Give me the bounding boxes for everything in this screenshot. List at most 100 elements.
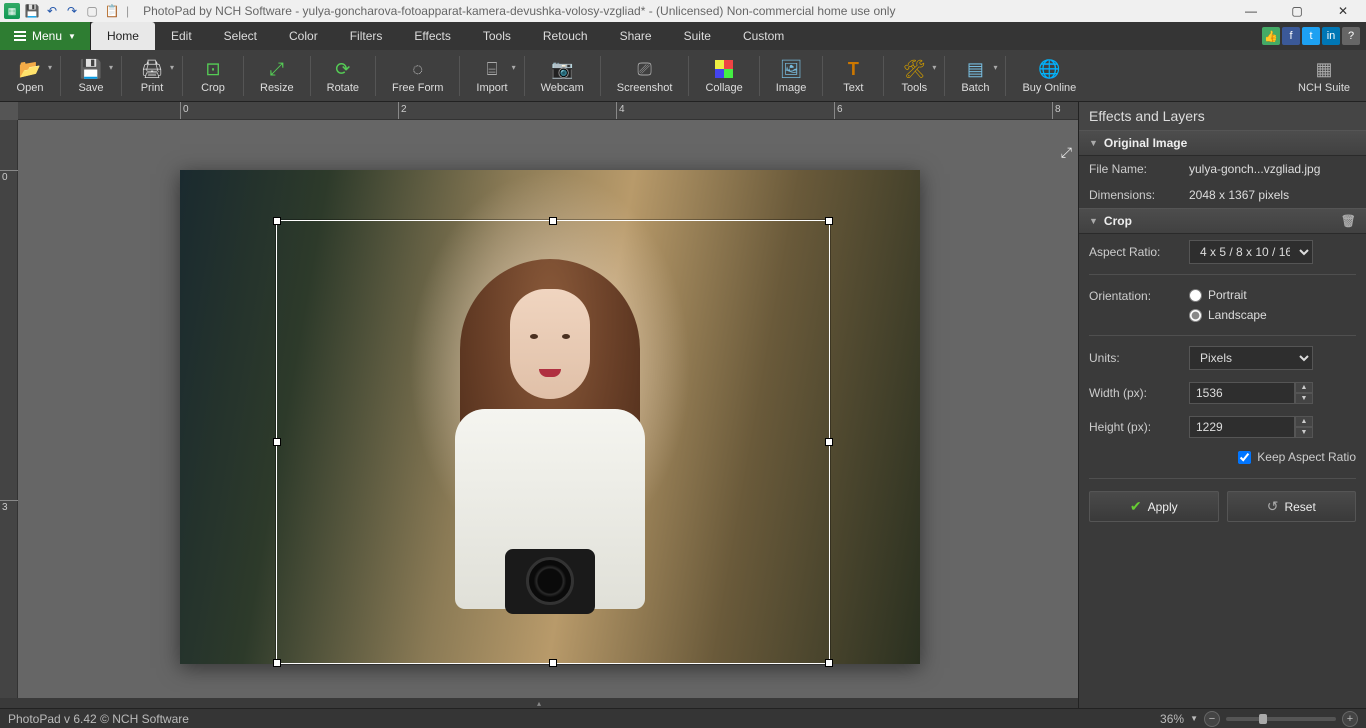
menubar: Menu ▼ Home Edit Select Color Filters Ef…: [0, 22, 1366, 50]
tools-button[interactable]: 🛠Tools: [890, 55, 938, 96]
tab-custom[interactable]: Custom: [727, 22, 800, 50]
height-input[interactable]: ▲▼: [1189, 416, 1313, 438]
nch-suite-button[interactable]: ▦NCH Suite: [1288, 55, 1360, 96]
ruler-horizontal: 0 2 4 6 8: [18, 102, 1078, 120]
import-button[interactable]: ⌸Import: [466, 55, 517, 96]
buy-button[interactable]: 🌐Buy Online: [1012, 55, 1086, 96]
section-original-image[interactable]: ▼ Original Image: [1079, 130, 1366, 156]
panel-title: Effects and Layers: [1079, 102, 1366, 130]
tab-strip: Home Edit Select Color Filters Effects T…: [91, 22, 800, 50]
batch-icon: ▤: [963, 57, 987, 81]
twitter-icon[interactable]: t: [1302, 27, 1320, 45]
collage-button[interactable]: Collage: [695, 55, 752, 96]
facebook-icon[interactable]: f: [1282, 27, 1300, 45]
crop-selection[interactable]: [276, 220, 830, 664]
tab-filters[interactable]: Filters: [334, 22, 399, 50]
crop-handle-e[interactable]: [825, 438, 833, 446]
globe-icon: 🌐: [1037, 57, 1061, 81]
save-button[interactable]: 💾Save: [67, 55, 115, 96]
chevron-down-icon: ▼: [1089, 216, 1098, 226]
app-icon: ▦: [4, 3, 20, 19]
webcam-button[interactable]: 📷Webcam: [531, 55, 594, 96]
freeform-button[interactable]: ◌Free Form: [382, 55, 453, 96]
resize-icon: ⤢: [265, 57, 289, 81]
tab-edit[interactable]: Edit: [155, 22, 208, 50]
resize-button[interactable]: ⤢Resize: [250, 55, 304, 96]
window-title: PhotoPad by NCH Software - yulya-gonchar…: [143, 4, 1228, 18]
screenshot-button[interactable]: ⎚Screenshot: [607, 55, 683, 96]
tab-color[interactable]: Color: [273, 22, 334, 50]
tab-effects[interactable]: Effects: [398, 22, 466, 50]
zoom-out-button[interactable]: −: [1204, 711, 1220, 727]
canvas-area: 0 2 4 6 8 0 3 ⤢: [0, 102, 1078, 708]
spin-up-icon[interactable]: ▲: [1295, 382, 1313, 393]
spin-down-icon[interactable]: ▼: [1295, 427, 1313, 438]
batch-button[interactable]: ▤Batch: [951, 55, 999, 96]
chevron-down-icon: ▼: [1089, 138, 1098, 148]
dimensions-row: Dimensions: 2048 x 1367 pixels: [1079, 182, 1366, 208]
units-select[interactable]: Pixels: [1189, 346, 1313, 370]
crop-button[interactable]: ⊡Crop: [189, 55, 237, 96]
close-button[interactable]: ✕: [1320, 0, 1366, 22]
zoom-dropdown-icon[interactable]: ▼: [1190, 714, 1198, 723]
width-label: Width (px):: [1089, 386, 1189, 400]
rotate-icon: ⟳: [331, 57, 355, 81]
zoom-controls: 36% ▼ − +: [1160, 711, 1358, 727]
spin-up-icon[interactable]: ▲: [1295, 416, 1313, 427]
panel-grip[interactable]: ▴: [0, 698, 1078, 708]
version-text: PhotoPad v 6.42 © NCH Software: [8, 712, 189, 726]
statusbar: PhotoPad v 6.42 © NCH Software 36% ▼ − +: [0, 708, 1366, 728]
menu-button[interactable]: Menu ▼: [0, 22, 91, 50]
keep-aspect-checkbox[interactable]: Keep Aspect Ratio: [1079, 444, 1366, 474]
image-button[interactable]: 🖼Image: [766, 55, 817, 96]
effects-layers-panel: Effects and Layers ▼ Original Image File…: [1078, 102, 1366, 708]
crop-handle-se[interactable]: [825, 659, 833, 667]
tab-home[interactable]: Home: [91, 22, 155, 50]
crop-handle-nw[interactable]: [273, 217, 281, 225]
check-icon: ✔: [1130, 498, 1142, 515]
text-button[interactable]: TText: [829, 55, 877, 96]
zoom-in-button[interactable]: +: [1342, 711, 1358, 727]
folder-open-icon: 📂: [18, 57, 42, 81]
tab-select[interactable]: Select: [208, 22, 273, 50]
crop-handle-s[interactable]: [549, 659, 557, 667]
linkedin-icon[interactable]: in: [1322, 27, 1340, 45]
undo-icon[interactable]: ↶: [44, 3, 60, 19]
aspect-ratio-select[interactable]: 4 x 5 / 8 x 10 / 16 x 20: [1189, 240, 1313, 264]
save-icon[interactable]: 💾: [24, 3, 40, 19]
webcam-icon: 📷: [550, 57, 574, 81]
tab-tools[interactable]: Tools: [467, 22, 527, 50]
print-button[interactable]: 🖨Print: [128, 55, 176, 96]
maximize-button[interactable]: ▢: [1274, 0, 1320, 22]
apply-button[interactable]: ✔Apply: [1089, 491, 1219, 522]
tab-suite[interactable]: Suite: [668, 22, 727, 50]
section-crop[interactable]: ▼ Crop 🗑: [1079, 208, 1366, 234]
tab-share[interactable]: Share: [604, 22, 668, 50]
spin-down-icon[interactable]: ▼: [1295, 393, 1313, 404]
crop-handle-sw[interactable]: [273, 659, 281, 667]
orientation-portrait-radio[interactable]: Portrait: [1189, 285, 1356, 305]
rotate-button[interactable]: ⟳Rotate: [317, 55, 369, 96]
new-icon[interactable]: ▢: [84, 3, 100, 19]
like-icon[interactable]: 👍: [1262, 27, 1280, 45]
minimize-button[interactable]: —: [1228, 0, 1274, 22]
fullscreen-icon[interactable]: ⤢: [1061, 144, 1072, 161]
canvas[interactable]: ⤢: [18, 120, 1078, 698]
open-button[interactable]: 📂Open: [6, 55, 54, 96]
image-icon: 🖼: [779, 57, 803, 81]
zoom-slider[interactable]: [1226, 717, 1336, 721]
width-input[interactable]: ▲▼: [1189, 382, 1313, 404]
reset-button[interactable]: ↺Reset: [1227, 491, 1357, 522]
dimensions-value: 2048 x 1367 pixels: [1189, 188, 1356, 202]
paste-icon[interactable]: 📋: [104, 3, 120, 19]
crop-handle-w[interactable]: [273, 438, 281, 446]
help-icon[interactable]: ?: [1342, 27, 1360, 45]
crop-handle-n[interactable]: [549, 217, 557, 225]
filename-value: yulya-gonch...vzgliad.jpg: [1189, 162, 1356, 176]
tab-retouch[interactable]: Retouch: [527, 22, 604, 50]
tools-icon: 🛠: [902, 57, 926, 81]
crop-handle-ne[interactable]: [825, 217, 833, 225]
orientation-landscape-radio[interactable]: Landscape: [1189, 305, 1356, 325]
trash-icon[interactable]: 🗑: [1341, 214, 1356, 228]
redo-icon[interactable]: ↷: [64, 3, 80, 19]
